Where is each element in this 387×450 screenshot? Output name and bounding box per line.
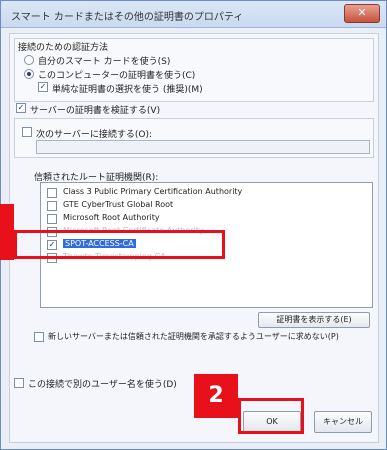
highlight-spot-access-ca <box>14 230 225 259</box>
different-user-checkbox[interactable] <box>14 378 24 388</box>
root-checkbox[interactable] <box>47 214 57 224</box>
close-button[interactable]: ✕ <box>344 4 380 23</box>
simple-selection-label: 単純な証明書の選択を使う (推奨)(M) <box>52 85 203 95</box>
root-name: Class 3 Public Primary Certification Aut… <box>63 187 243 196</box>
no-prompt-checkbox[interactable] <box>34 332 44 342</box>
root-name: Microsoft Root Authority <box>63 213 160 222</box>
title-bar: スマート カードまたはその他の証明書のプロパティ ✕ <box>1 1 386 28</box>
callout-marker-1 <box>0 204 14 260</box>
root-checkbox[interactable] <box>47 188 57 198</box>
certificate-option-label: このコンピューターの証明書を使う(C) <box>38 71 196 81</box>
window-title: スマート カードまたはその他の証明書のプロパティ <box>11 12 244 23</box>
root-name: GTE CyberTrust Global Root <box>63 200 174 209</box>
simple-selection-checkbox[interactable]: ✓ <box>38 82 48 92</box>
list-item[interactable]: GTE CyberTrust Global Root <box>41 199 372 211</box>
connect-servers-label: 次のサーバーに接続する(O): <box>36 130 153 140</box>
server-name-input[interactable] <box>36 140 370 154</box>
view-certificate-button[interactable]: 証明書を表示する(E) <box>258 312 370 328</box>
root-checkbox[interactable] <box>47 201 57 211</box>
step-2-badge: 2 <box>194 374 238 418</box>
no-prompt-label: 新しいサーバーまたは信頼された証明機関を承認するようユーザーに求めない(P) <box>48 332 339 341</box>
connect-servers-checkbox[interactable] <box>22 127 32 137</box>
certificate-radio[interactable] <box>24 69 34 79</box>
smart-card-option-label: 自分のスマート カードを使う(S) <box>38 57 171 67</box>
smart-card-radio[interactable] <box>24 55 34 65</box>
auth-method-label: 接続のための認証方法 <box>18 43 109 53</box>
highlight-ok-button <box>238 398 304 434</box>
cancel-button[interactable]: キャンセル <box>314 411 372 433</box>
list-item[interactable]: Class 3 Public Primary Certification Aut… <box>41 186 372 198</box>
verify-server-checkbox[interactable]: ✓ <box>16 103 26 113</box>
different-user-label: この接続で別のユーザー名を使う(D) <box>28 380 177 390</box>
list-item[interactable]: Microsoft Root Authority <box>41 212 372 224</box>
verify-server-label: サーバーの証明書を検証する(V) <box>30 106 161 116</box>
